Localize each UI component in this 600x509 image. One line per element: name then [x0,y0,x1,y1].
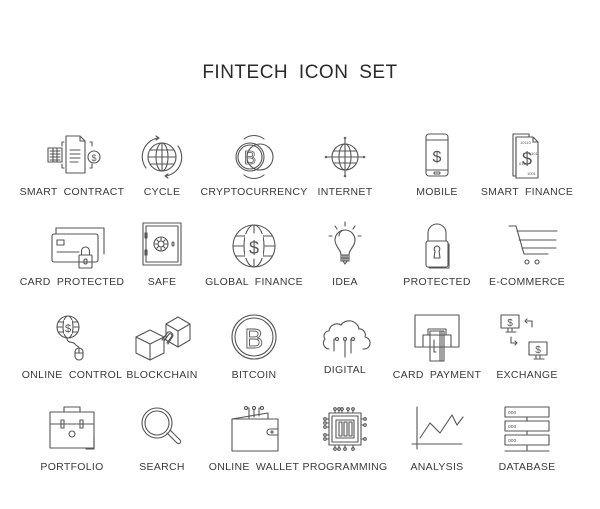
page-title: FINTECH ICON SET [202,62,398,83]
database-icon: ooo ooo ooo [497,405,557,455]
exchange-icon: $ $ [497,313,557,363]
programming-icon [315,405,375,455]
safe-icon [132,220,192,270]
bitcoin-icon: B [224,313,284,363]
idea-icon [315,220,375,270]
icon-tile-smart-contract[interactable]: $ SMART CONTRACT [20,130,124,220]
svg-text:$: $ [249,238,259,258]
icon-tile-exchange[interactable]: $ $ EXCHANGE [477,313,577,403]
icon-tile-portfolio[interactable]: PORTFOLIO [22,405,122,495]
svg-text:$: $ [433,149,442,166]
svg-text:$: $ [507,318,513,329]
icon-tile-mobile[interactable]: $ MOBILE [387,130,487,220]
digital-icon [315,313,375,363]
global-finance-icon: $ [224,220,284,270]
icon-tile-card-payment[interactable]: CARD PAYMENT [387,313,487,403]
svg-text:B: B [244,148,256,168]
icon-tile-global-finance[interactable]: $ GLOBAL FINANCE [204,220,304,310]
icon-tile-analysis[interactable]: ANALYSIS [387,405,487,495]
online-wallet-icon [224,405,284,455]
icon-tile-safe[interactable]: SAFE [112,220,212,310]
svg-text:10110: 10110 [520,140,532,145]
icon-label: EXCHANGE [496,369,558,381]
svg-text:$: $ [535,345,541,356]
icon-label: SMART FINANCE [480,186,574,198]
icon-tile-digital[interactable]: DIGITAL [295,313,395,403]
icon-tile-cycle[interactable]: CYCLE [112,130,212,220]
icon-tile-online-wallet[interactable]: ONLINE WALLET [204,405,304,495]
icon-tile-programming[interactable]: PROGRAMMING [295,405,395,495]
analysis-icon [407,405,467,455]
svg-text:$: $ [522,149,532,169]
icon-tile-idea[interactable]: IDEA [295,220,395,310]
e-commerce-icon [497,220,557,270]
search-icon [132,405,192,455]
svg-text:$: $ [91,153,96,163]
smart-contract-icon: $ [42,130,102,180]
icon-tile-protected[interactable]: PROTECTED [387,220,487,310]
icon-tile-internet[interactable]: INTERNET [295,130,395,220]
icon-tile-card-protected[interactable]: CARD PROTECTED [20,220,124,310]
icon-tile-online-control[interactable]: $ ONLINE CONTROL [22,313,122,403]
icon-tile-search[interactable]: SEARCH [112,405,212,495]
card-protected-icon [42,220,102,270]
icon-tile-cryptocurrency[interactable]: B CRYPTOCURRENCY [200,130,307,220]
icon-tile-bitcoin[interactable]: B BITCOIN [204,313,304,403]
portfolio-icon [42,405,102,455]
cryptocurrency-icon: B [224,130,284,180]
svg-text:ooo: ooo [508,438,517,444]
svg-text:$: $ [65,323,71,335]
blockchain-icon [132,313,192,363]
card-payment-icon [407,313,467,363]
icon-tile-database[interactable]: ooo ooo ooo DATABASE [477,405,577,495]
svg-text:1001: 1001 [527,171,537,176]
smart-finance-icon: 10110 101 011 1001 $ [497,130,557,180]
icon-label: DATABASE [498,461,556,473]
icon-tile-smart-finance[interactable]: 10110 101 011 1001 $ SMART FINANCE [477,130,577,220]
icon-tile-e-commerce[interactable]: E-COMMERCE [477,220,577,310]
mobile-icon: $ [407,130,467,180]
svg-text:B: B [245,323,264,354]
svg-text:ooo: ooo [508,410,517,416]
cycle-icon [132,130,192,180]
protected-icon [407,220,467,270]
icon-label: E-COMMERCE [489,276,565,288]
svg-text:ooo: ooo [508,424,517,430]
icon-tile-blockchain[interactable]: BLOCKCHAIN [112,313,212,403]
internet-icon [324,136,366,178]
online-control-icon: $ [42,313,102,363]
svg-text:101: 101 [531,151,538,156]
